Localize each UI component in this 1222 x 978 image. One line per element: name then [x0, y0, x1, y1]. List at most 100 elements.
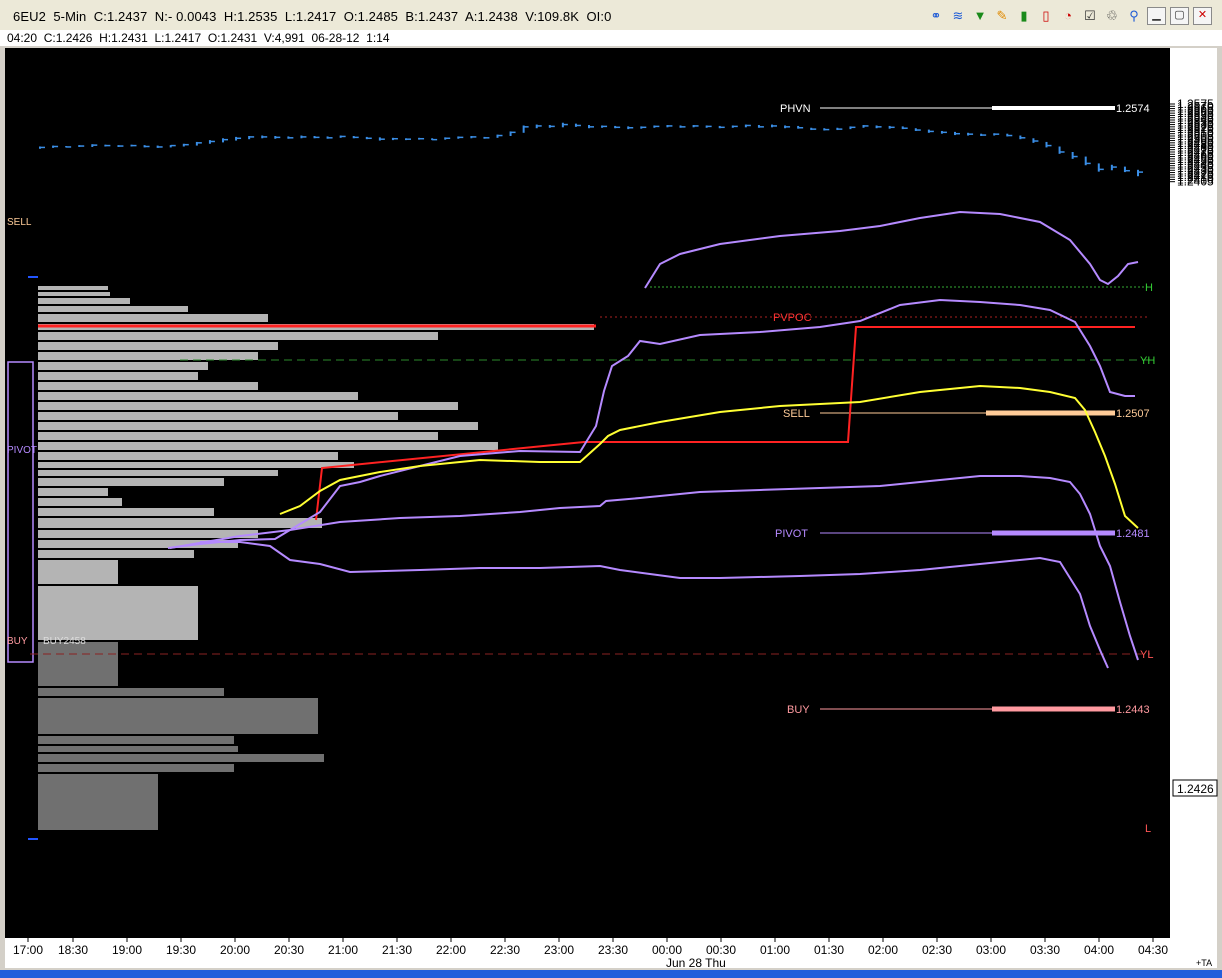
level-value: 1.2507 — [1116, 408, 1150, 420]
toolbar: ⚭ ≋ ▼ ✎ ▮ ▯ ◔ ☑ ♲ ⚲ ▁ ▢ ✕ — [927, 7, 1212, 25]
price-label: 1.2405 — [1177, 175, 1214, 189]
time-label: 01:30 — [814, 943, 844, 957]
minimize-icon[interactable]: ▁ — [1147, 7, 1166, 25]
level-label: L — [1145, 823, 1151, 835]
time-label: 20:30 — [274, 943, 304, 957]
profile-row — [38, 402, 458, 410]
profile-row — [38, 382, 258, 390]
trash-icon[interactable]: ♲ — [1103, 7, 1121, 25]
profile-row — [38, 292, 110, 296]
profile-row — [38, 736, 234, 744]
profile-row — [38, 342, 278, 350]
profile-row — [38, 362, 208, 370]
left-tick — [28, 838, 38, 840]
pencil-icon[interactable]: ✎ — [993, 7, 1011, 25]
time-label: 03:00 — [976, 943, 1006, 957]
profile-row — [38, 442, 498, 450]
profile-row — [38, 286, 108, 290]
level-label: PIVOT — [775, 528, 808, 540]
pin-icon[interactable]: ⚲ — [1125, 7, 1143, 25]
bar-info-strip: 04:20 C:1.2426 H:1.2431 L:1.2417 O:1.243… — [0, 30, 1222, 47]
profile-row — [38, 530, 258, 538]
maximize-icon[interactable]: ▢ — [1170, 7, 1189, 25]
time-label: 03:30 — [1030, 943, 1060, 957]
level-label: H — [1145, 282, 1153, 294]
left-tick — [28, 276, 38, 278]
left-pivot-label: PIVOT — [7, 445, 37, 456]
left-sell-label: SELL — [7, 217, 32, 228]
time-label: 01:00 — [760, 943, 790, 957]
profile-row — [38, 306, 188, 312]
profile-row — [38, 586, 198, 640]
profile-row — [38, 508, 214, 516]
time-label: 22:30 — [490, 943, 520, 957]
bar-info-text: 04:20 C:1.2426 H:1.2431 L:1.2417 O:1.243… — [7, 31, 390, 45]
time-label: 17:00 — [13, 943, 43, 957]
profile-row — [38, 352, 258, 360]
level-value: 1.2481 — [1116, 528, 1150, 540]
time-label: 23:30 — [598, 943, 628, 957]
level-value: 1.2574 — [1116, 103, 1150, 115]
time-label: 04:30 — [1138, 943, 1168, 957]
profile-row — [38, 314, 268, 322]
bar-chart-icon[interactable]: ▮ — [1015, 7, 1033, 25]
plot-area[interactable] — [5, 48, 1170, 938]
axis-corner-label: +TA — [1196, 958, 1212, 968]
level-label: PHVN — [780, 103, 811, 115]
profile-row — [38, 518, 322, 528]
time-label: 21:30 — [382, 943, 412, 957]
close-icon[interactable]: ✕ — [1193, 7, 1212, 25]
level-label: PVPOC — [773, 312, 812, 324]
time-label: 23:00 — [544, 943, 574, 957]
windows-taskbar — [0, 970, 1222, 978]
time-label: 19:30 — [166, 943, 196, 957]
profile-row — [38, 332, 438, 340]
profile-row — [38, 560, 118, 584]
date-label: Jun 28 Thu — [666, 956, 726, 970]
profile-row — [38, 698, 318, 734]
profile-row — [38, 470, 278, 476]
level-value: 1.2443 — [1116, 704, 1150, 716]
time-label: 02:30 — [922, 943, 952, 957]
profile-row — [38, 550, 194, 558]
profile-row — [38, 478, 224, 486]
funnel-icon[interactable]: ▼ — [971, 7, 989, 25]
checklist-icon[interactable]: ☑ — [1081, 7, 1099, 25]
time-label: 20:00 — [220, 943, 250, 957]
profile-row — [38, 498, 122, 506]
profile-row — [38, 488, 108, 496]
time-label: 18:30 — [58, 943, 88, 957]
time-label: 04:00 — [1084, 943, 1114, 957]
profile-row — [38, 298, 130, 304]
price-chart[interactable]: PHVN 1.2574 PVPOC H YH SELL 1.2507 PIVOT 1.2481 Y… — [0, 46, 1222, 970]
profile-row — [38, 774, 158, 830]
profile-row — [38, 372, 198, 380]
time-label: 19:00 — [112, 943, 142, 957]
profile-row — [38, 642, 118, 686]
chart-title-bar: 6EU2 5-Min C:1.2437 N:- 0.0043 H:1.2535 … — [0, 0, 1222, 31]
current-price-label: 1.2426 — [1177, 782, 1214, 796]
profile-row — [38, 688, 224, 696]
profile-row — [38, 422, 478, 430]
profile-row — [38, 462, 354, 468]
quote-line: 6EU2 5-Min C:1.2437 N:- 0.0043 H:1.2535 … — [13, 9, 612, 24]
level-label: BUY — [787, 704, 810, 716]
profile-row — [38, 764, 234, 772]
time-label: 00:00 — [652, 943, 682, 957]
candle-icon[interactable]: ▯ — [1037, 7, 1055, 25]
time-label: 02:00 — [868, 943, 898, 957]
clock-icon[interactable]: ◔ — [1059, 7, 1077, 25]
price-axis-labels: 1.25751.25701.25651.25601.25551.25501.25… — [1170, 97, 1214, 189]
wave-icon[interactable]: ≋ — [949, 7, 967, 25]
time-label: 00:30 — [706, 943, 736, 957]
profile-row — [38, 754, 324, 762]
time-label: 21:00 — [328, 943, 358, 957]
level-label: YL — [1140, 649, 1153, 661]
time-label: 22:00 — [436, 943, 466, 957]
profile-row — [38, 412, 398, 420]
profile-row — [38, 746, 238, 752]
left-buy-label: BUY — [7, 636, 28, 647]
level-label: YH — [1140, 355, 1155, 367]
link-icon[interactable]: ⚭ — [927, 7, 945, 25]
level-label: SELL — [783, 408, 810, 420]
